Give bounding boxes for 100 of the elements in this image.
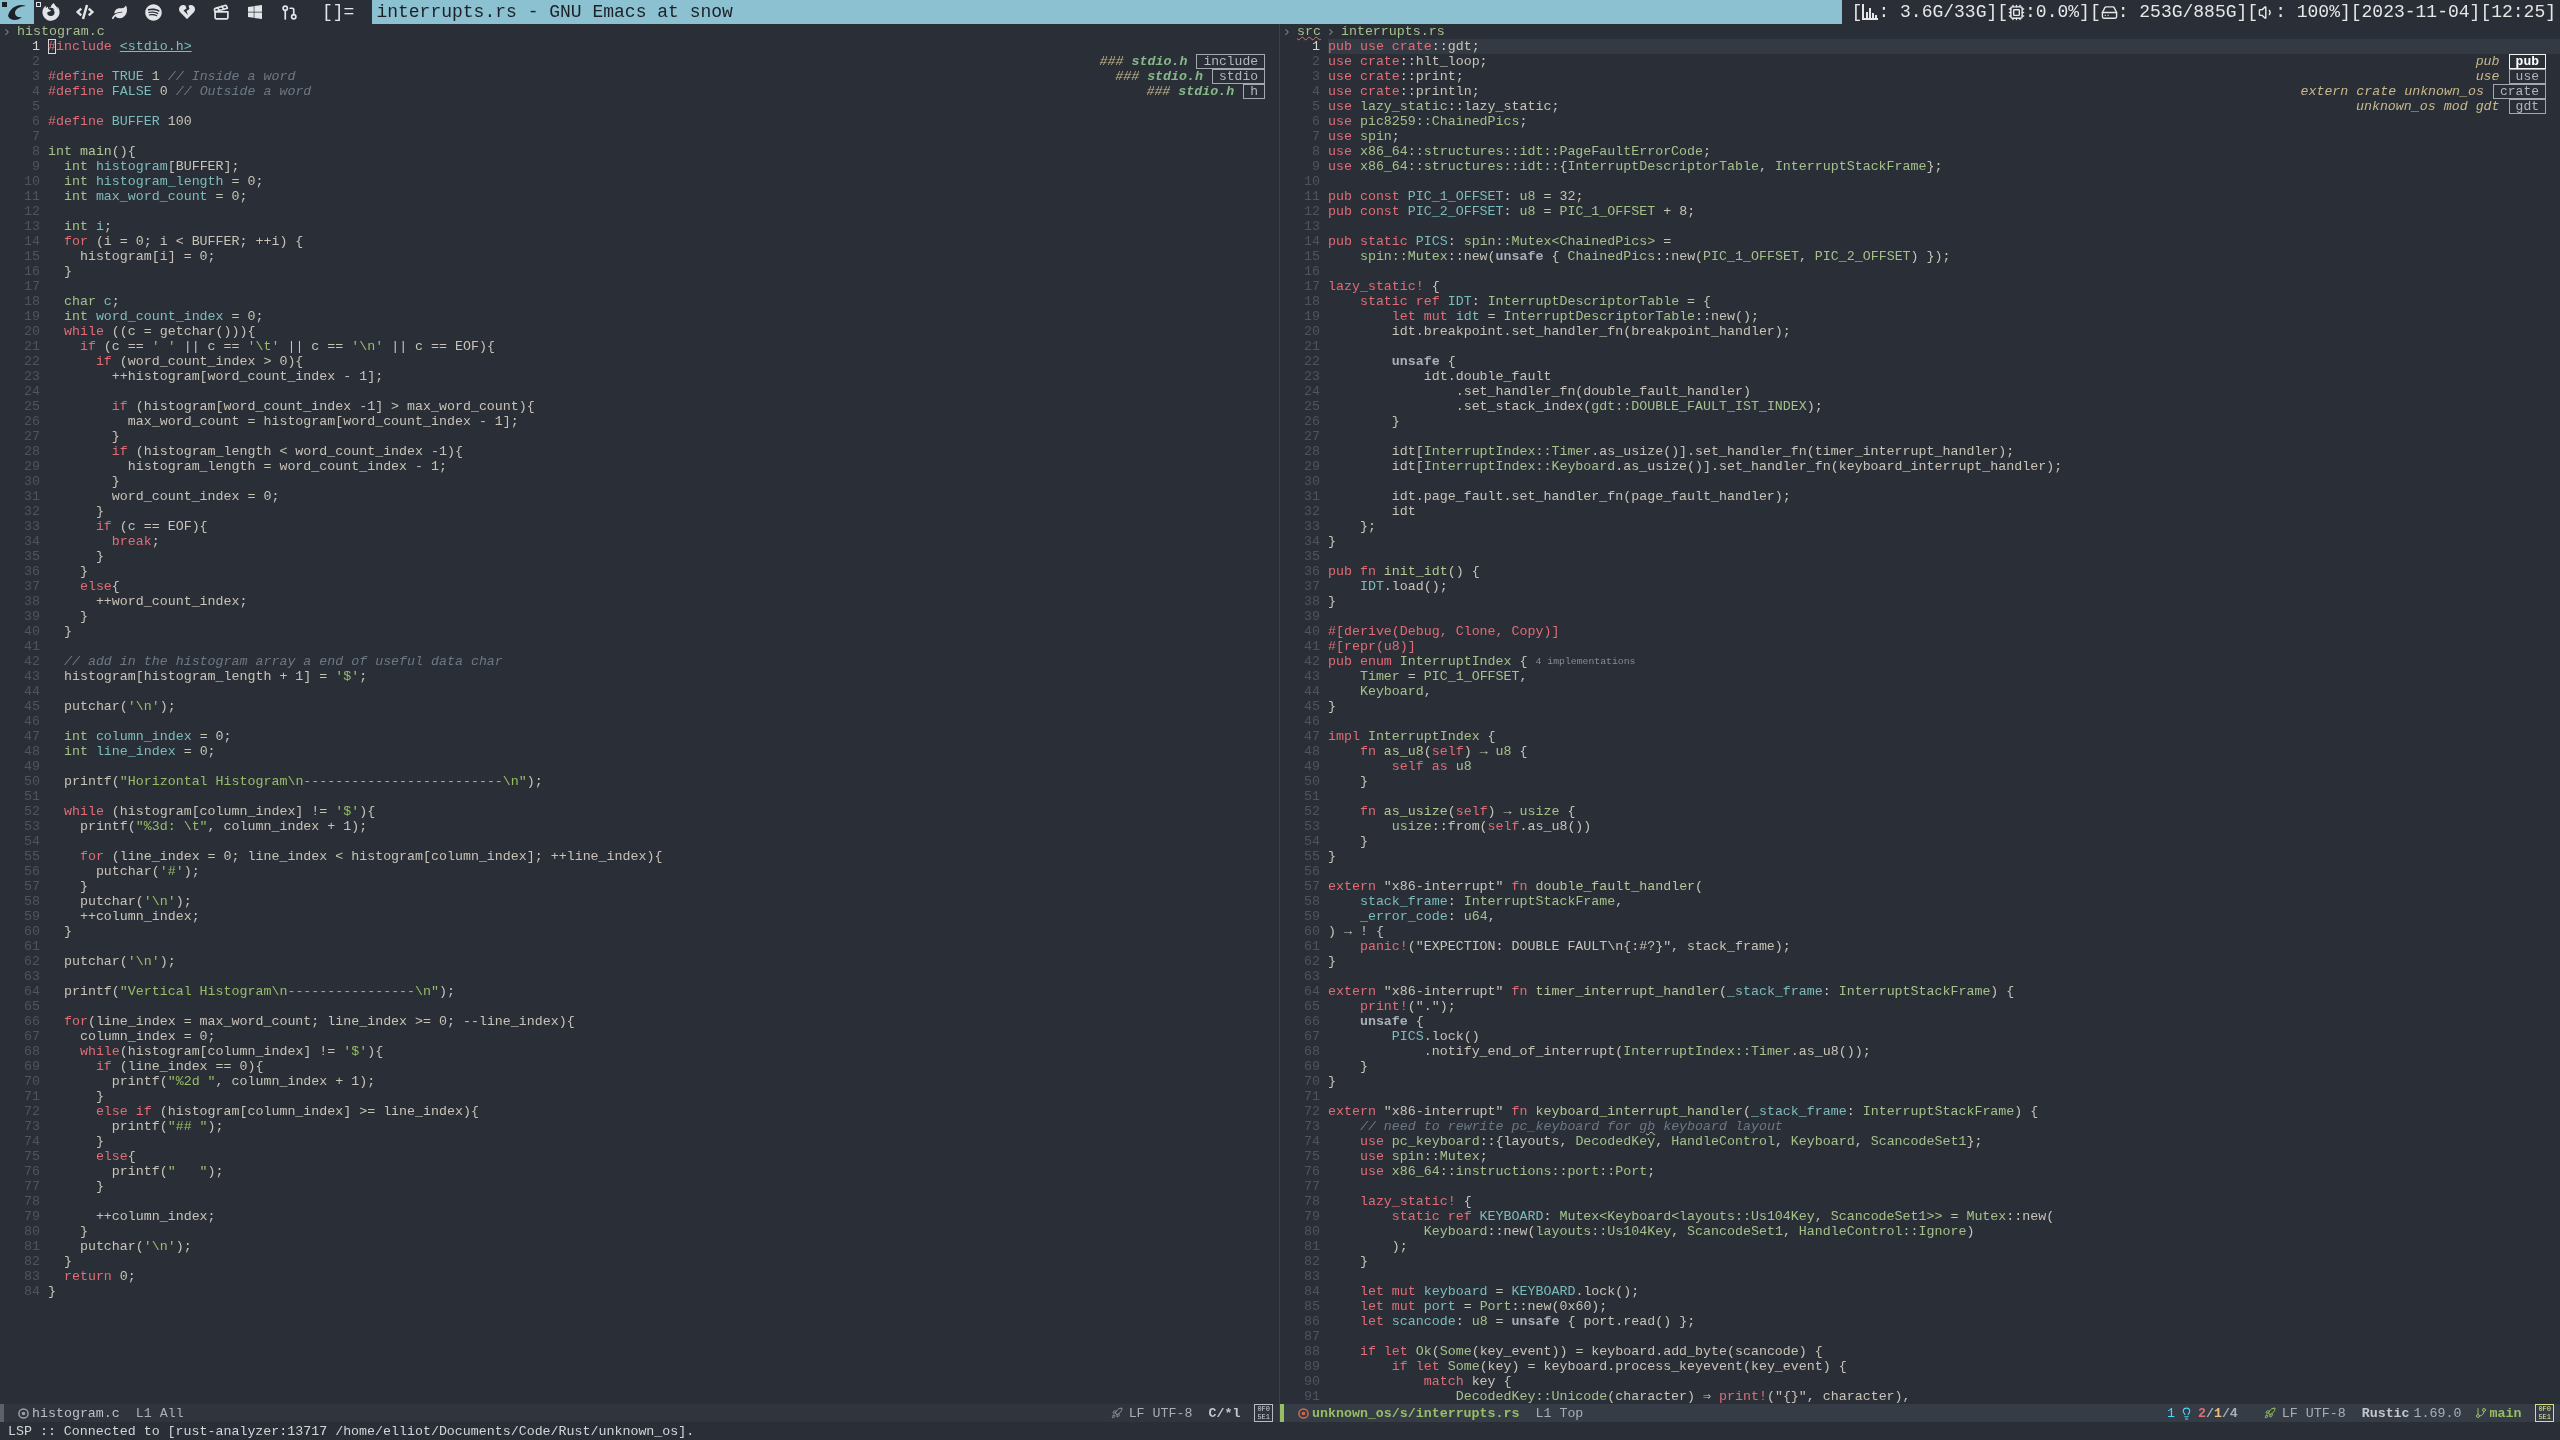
code-line: ); bbox=[1390, 1239, 1408, 1254]
line-number: 1 bbox=[31, 39, 40, 54]
sideline-tag[interactable]: crate bbox=[2493, 84, 2546, 99]
code-line: idt.breakpoint.set_handler_fn(breakpoint_handler); bbox=[1390, 324, 1791, 339]
code-line: Keyboard::new(layouts::Us104Key, ScancodeSet1, HandleControl::Ignore) bbox=[1422, 1224, 1975, 1239]
browser-icon bbox=[42, 3, 60, 21]
code-line: idt bbox=[1390, 504, 1416, 519]
breadcrumb-item[interactable]: interrupts.rs bbox=[1340, 24, 1445, 39]
code-line: putchar('\n'); bbox=[78, 1239, 192, 1254]
code-line: printf("Vertical Histogram\n----------------\n"); bbox=[62, 984, 455, 999]
ring-dot-icon bbox=[1298, 1407, 1309, 1419]
sideline-tag[interactable]: include bbox=[1196, 54, 1265, 69]
code-line: use pc_keyboard::{layouts, DecodedKey, HandleControl, Keyboard, ScancodeSet1}; bbox=[1358, 1134, 1983, 1149]
code-line: } bbox=[1390, 414, 1400, 429]
code-line: int histogram_length = 0; bbox=[62, 174, 264, 189]
code-line: #define BUFFER 100 bbox=[48, 114, 192, 129]
encoding-label: LF UTF-8 bbox=[2281, 1405, 2346, 1421]
code-line: extern "x86-interrupt" fn double_fault_handler( bbox=[1328, 879, 1704, 894]
code-line: }; bbox=[1358, 519, 1376, 534]
code-line: ++column_index; bbox=[78, 909, 200, 924]
code-line: use crate::println; bbox=[1328, 84, 1480, 99]
code-line: histogram[histogram_length + 1] = '$'; bbox=[62, 669, 368, 684]
mode-version: 1.69.0 bbox=[2413, 1405, 2462, 1421]
breadcrumb-item[interactable]: src bbox=[1297, 24, 1321, 39]
code-line: for (line_index = 0; line_index < histogram[column_index]; ++line_index){ bbox=[78, 849, 663, 864]
code-line: if (line_index == 0){ bbox=[94, 1059, 264, 1074]
code-line: } bbox=[94, 504, 104, 519]
sideline-tag[interactable]: h bbox=[1243, 84, 1265, 99]
sideline-tag[interactable]: gdt bbox=[2508, 99, 2546, 114]
code-line: printf("%3d: \t", column_index + 1); bbox=[78, 819, 368, 834]
code-line: pub const PIC_2_OFFSET: u8 = PIC_1_OFFSET + 8; bbox=[1328, 204, 1696, 219]
code-line: IDT.load(); bbox=[1358, 579, 1448, 594]
sideline-label: ### stdio.h bbox=[1146, 84, 1235, 99]
code-line: panic!("EXPECTION: DOUBLE FAULT\n{:#?}", stack_frame); bbox=[1358, 939, 1791, 954]
workspace-tag[interactable] bbox=[0, 0, 34, 24]
code-line: lazy_static! { bbox=[1358, 1194, 1472, 1209]
code-line: if (histogram_length < word_count_index -1){ bbox=[110, 444, 463, 459]
code-line: char c; bbox=[62, 294, 120, 309]
code-line: pub fn init_idt() { bbox=[1328, 564, 1480, 579]
code-line: printf("Horizontal Histogram\n-------------------------\n"); bbox=[62, 774, 543, 789]
code-line: use x86_64::structures::idt::PageFaultErrorCode; bbox=[1328, 144, 1712, 159]
layout-toggle[interactable]: []= bbox=[322, 0, 355, 24]
breadcrumb-item[interactable]: histogram.c bbox=[17, 24, 105, 39]
code-line: } bbox=[62, 924, 72, 939]
code-line: int line_index = 0; bbox=[62, 744, 216, 759]
sideline-tag[interactable]: stdio bbox=[1212, 69, 1265, 84]
code-line: pub enum InterruptIndex { 4 implementations bbox=[1328, 654, 1636, 669]
status-text: [ bbox=[2247, 2, 2259, 22]
code-line: int histogram[BUFFER]; bbox=[62, 159, 240, 174]
sideline-label: extern crate unknown_os bbox=[2300, 84, 2484, 99]
code-line: } bbox=[1358, 1059, 1368, 1074]
code-line: } bbox=[94, 549, 104, 564]
code-line: } bbox=[1328, 699, 1336, 714]
code-line: #define FALSE 0 // Outside a word bbox=[48, 84, 312, 99]
echo-area-message: LSP :: Connected to [rust-analyzer:13717 /home/elliot/Documents/Code/Rust/unknown_os]. bbox=[8, 1423, 695, 1439]
code-line: if (c == EOF){ bbox=[94, 519, 208, 534]
code-line: } bbox=[1328, 1074, 1336, 1089]
code-line: static ref IDT: InterruptDescriptorTable = { bbox=[1358, 294, 1712, 309]
status-text: [ bbox=[1851, 2, 1863, 22]
code-line: use crate::print; bbox=[1328, 69, 1464, 84]
status-text: : 3.6G/33G] bbox=[1878, 2, 1998, 22]
code-icon bbox=[76, 3, 94, 21]
code-line: } bbox=[1358, 834, 1368, 849]
code-line: int word_count_index = 0; bbox=[62, 309, 264, 324]
code-line: .set_handler_fn(double_fault_handler) bbox=[1454, 384, 1751, 399]
code-line: printf("%2d ", column_index + 1); bbox=[110, 1074, 376, 1089]
code-line: #define TRUE 1 // Inside a word bbox=[48, 69, 296, 84]
code-line: ++column_index; bbox=[94, 1209, 216, 1224]
code-line: putchar('#'); bbox=[94, 864, 200, 879]
sideline-tag[interactable]: pub bbox=[2508, 54, 2546, 69]
code-line: PICS.lock() bbox=[1390, 1029, 1480, 1044]
code-line: impl InterruptIndex { bbox=[1328, 729, 1496, 744]
code-line: int i; bbox=[62, 219, 112, 234]
code-line: } bbox=[78, 1224, 88, 1239]
sideline-tag[interactable]: use bbox=[2508, 69, 2546, 84]
code-line: pub const PIC_1_OFFSET: u8 = 32; bbox=[1328, 189, 1584, 204]
code-line: } bbox=[78, 564, 88, 579]
rocket-icon bbox=[2263, 1407, 2276, 1419]
code-line: } bbox=[1358, 1254, 1368, 1269]
code-line: while ((c = getchar())){ bbox=[62, 324, 256, 339]
code-line: printf(" "); bbox=[110, 1164, 224, 1179]
sideline-label: ### stdio.h bbox=[1115, 69, 1203, 84]
code-line: extern "x86-interrupt" fn keyboard_interrupt_handler(_stack_frame: InterruptStackFrame) { bbox=[1328, 1104, 2039, 1119]
code-line: int column_index = 0; bbox=[62, 729, 232, 744]
buffer-name: histogram.c bbox=[32, 1405, 120, 1421]
leaf-icon bbox=[111, 4, 127, 20]
code-line: if let Ok(Some(key_event)) = keyboard.add_byte(scancode) { bbox=[1358, 1344, 1823, 1359]
code-line: self as u8 bbox=[1390, 759, 1472, 774]
code-line: fn as_usize(self) → usize { bbox=[1358, 804, 1576, 819]
code-line: use lazy_static::lazy_static; bbox=[1328, 99, 1560, 114]
code-line: DecodedKey::Unicode(character) ⇒ print!("{}", character), bbox=[1454, 1389, 1911, 1404]
code-line: putchar('\n'); bbox=[62, 954, 176, 969]
branch-name: main bbox=[2489, 1405, 2522, 1421]
code-line: idt[InterruptIndex::Keyboard.as_usize()].set_handler_fn(keyboard_interrupt_handler); bbox=[1390, 459, 2063, 474]
include-link[interactable]: <stdio.h> bbox=[119, 39, 192, 54]
clapperboard-icon bbox=[212, 3, 230, 21]
code-line: #[repr(u8)] bbox=[1328, 639, 1416, 654]
code-line: let mut keyboard = KEYBOARD.lock(); bbox=[1358, 1284, 1640, 1299]
status-text: : 253G/885G] bbox=[2117, 2, 2248, 22]
major-mode: C/*l bbox=[1208, 1405, 1241, 1421]
